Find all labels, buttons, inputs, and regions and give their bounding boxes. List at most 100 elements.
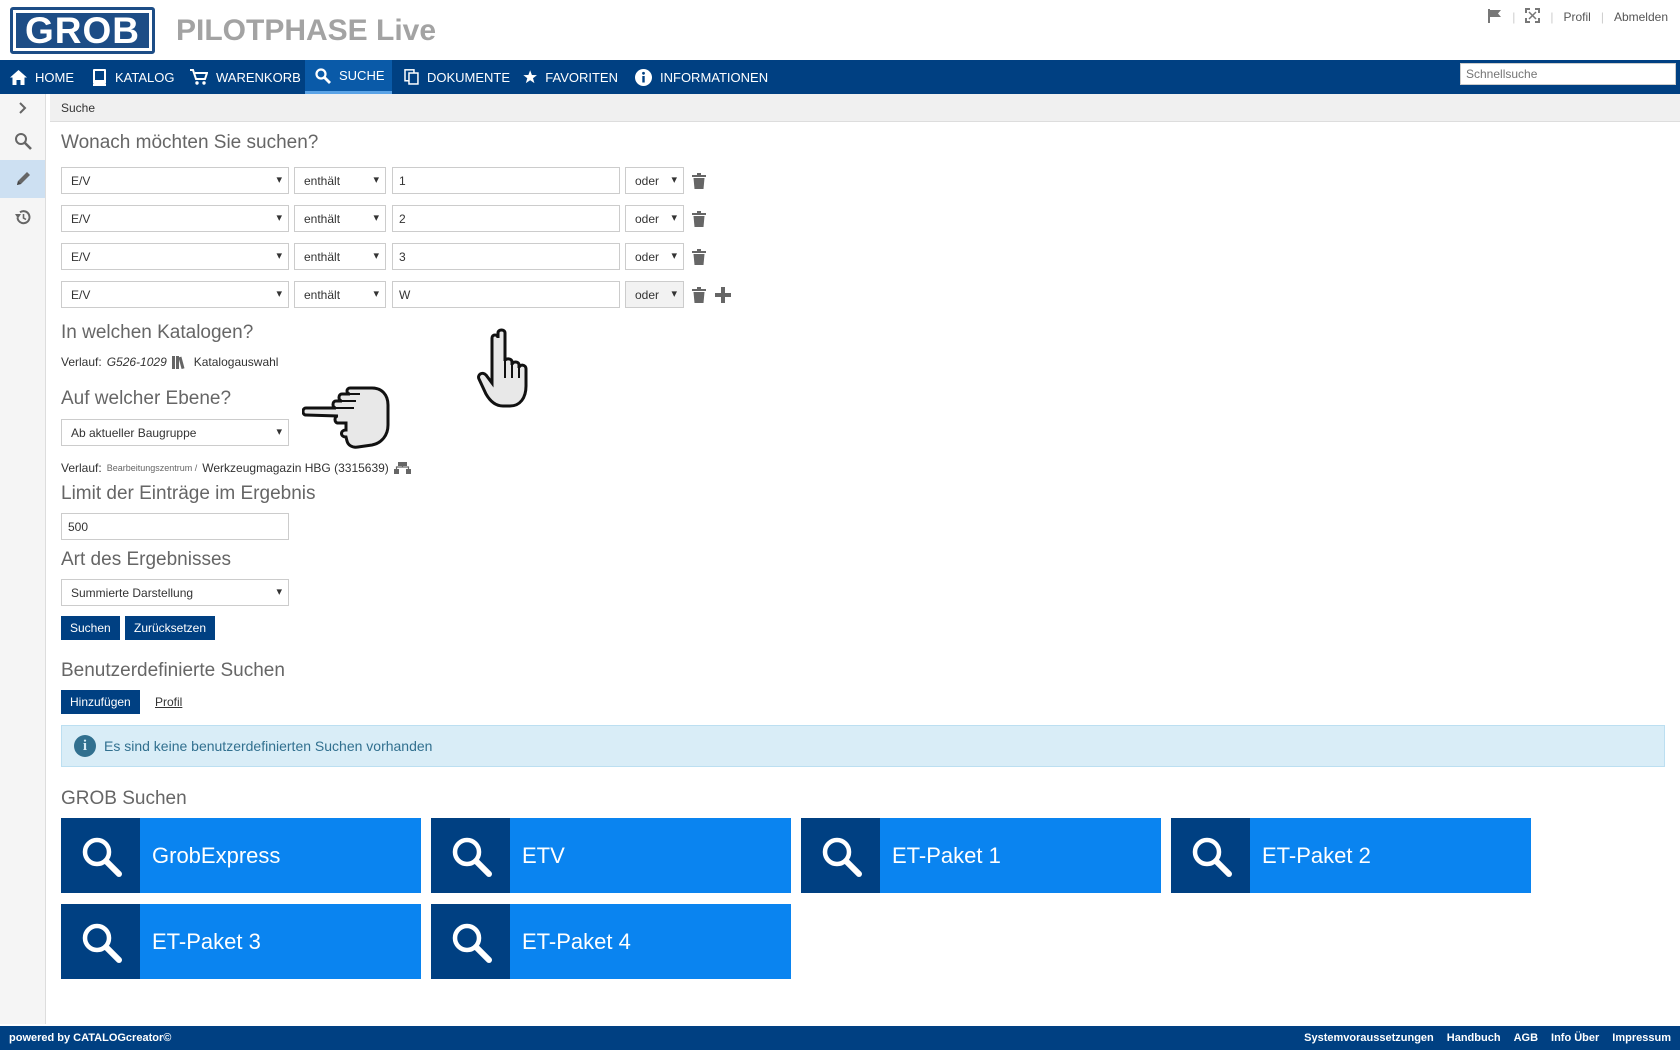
- nav-katalog[interactable]: KATALOG: [82, 60, 178, 94]
- home-icon: [10, 69, 27, 85]
- value-input[interactable]: [392, 281, 620, 308]
- operator-select[interactable]: enthält: [294, 243, 386, 270]
- delete-row-button[interactable]: [691, 172, 707, 190]
- sidebar-history-button[interactable]: [0, 198, 45, 236]
- sidebar-search-button[interactable]: [0, 122, 45, 160]
- search-icon: [801, 818, 880, 893]
- field-select[interactable]: E/V: [61, 281, 289, 308]
- tile-label: ETV: [522, 842, 565, 868]
- footer-link-info[interactable]: Info Über: [1551, 1032, 1599, 1044]
- path-label: Verlauf:: [61, 461, 102, 475]
- grob-searches-heading: GROB Suchen: [61, 788, 187, 809]
- nav-warenkorb[interactable]: WARENKORB: [180, 60, 302, 94]
- quick-search-input[interactable]: [1460, 63, 1676, 85]
- info-icon: i: [74, 735, 96, 757]
- nav-label: DOKUMENTE: [426, 69, 510, 85]
- tile-label: ET-Paket 2: [1262, 842, 1371, 868]
- nav-label: SUCHE: [339, 68, 385, 83]
- breadcrumb: Suche: [50, 94, 1680, 122]
- field-select[interactable]: E/V: [61, 167, 289, 194]
- level-select[interactable]: Ab aktueller Baugruppe: [61, 419, 289, 446]
- search-button[interactable]: Suchen: [61, 616, 120, 640]
- trash-icon: [692, 287, 706, 303]
- limit-heading: Limit der Einträge im Ergebnis: [61, 483, 316, 504]
- catalog-path: Verlauf: G526-1029 Katalogauswahl: [61, 355, 278, 369]
- sidebar-edit-button[interactable]: [0, 160, 45, 198]
- logic-select[interactable]: oder: [625, 243, 684, 270]
- logo-text: GROB: [16, 12, 149, 49]
- operator-select[interactable]: enthält: [294, 205, 386, 232]
- profile-link[interactable]: Profil: [155, 695, 182, 709]
- grob-logo[interactable]: GROB: [10, 7, 155, 54]
- logic-select[interactable]: oder: [625, 281, 684, 308]
- catalog-selection-link[interactable]: Katalogauswahl: [194, 355, 279, 369]
- footer-link-imprint[interactable]: Impressum: [1612, 1032, 1671, 1044]
- search-icon: [1171, 818, 1250, 893]
- tile-label: ET-Paket 1: [892, 842, 1001, 868]
- path-parent[interactable]: Bearbeitungszentrum /: [107, 463, 198, 473]
- nav-label: INFORMATIONEN: [660, 69, 769, 85]
- search-tile-grobexpress[interactable]: GrobExpress: [61, 818, 421, 893]
- separator: |: [1600, 10, 1604, 24]
- alert-text: Es sind keine benutzerdefinierten Suchen…: [104, 738, 433, 754]
- trash-icon: [692, 249, 706, 265]
- footer-link-agb[interactable]: AGB: [1514, 1032, 1538, 1044]
- search-icon: [431, 818, 510, 893]
- delete-row-button[interactable]: [691, 286, 707, 304]
- footer-link-system-requirements[interactable]: Systemvoraussetzungen: [1304, 1032, 1434, 1044]
- logout-link[interactable]: Abmelden: [1614, 10, 1668, 24]
- search-heading: Wonach möchten Sie suchen?: [61, 132, 319, 153]
- footer-links: Systemvoraussetzungen Handbuch AGB Info …: [1304, 1032, 1671, 1044]
- tile-label: GrobExpress: [152, 842, 281, 868]
- search-tile-et-paket-2[interactable]: ET-Paket 2: [1171, 818, 1531, 893]
- info-icon: [635, 68, 652, 86]
- delete-row-button[interactable]: [691, 248, 707, 266]
- app-title: PILOTPHASE Live: [176, 14, 437, 47]
- result-type-select[interactable]: Summierte Darstellung: [61, 579, 289, 606]
- limit-input[interactable]: [61, 513, 289, 540]
- structure-icon[interactable]: [393, 462, 411, 474]
- chevron-right-icon: [18, 102, 26, 114]
- value-input[interactable]: [392, 167, 620, 194]
- logic-select[interactable]: oder: [625, 205, 684, 232]
- nav-suche[interactable]: SUCHE: [305, 60, 392, 94]
- logic-select[interactable]: oder: [625, 167, 684, 194]
- profile-link[interactable]: Profil: [1563, 10, 1590, 24]
- fullscreen-icon[interactable]: [1525, 8, 1541, 26]
- search-icon: [431, 904, 510, 979]
- field-select[interactable]: E/V: [61, 243, 289, 270]
- path-value: G526-1029: [106, 355, 167, 369]
- nav-label: WARENKORB: [216, 69, 301, 85]
- reset-button[interactable]: Zurücksetzen: [125, 616, 216, 640]
- search-tile-etv[interactable]: ETV: [431, 818, 791, 893]
- nav-favoriten[interactable]: FAVORITEN: [513, 60, 618, 94]
- operator-select[interactable]: enthält: [294, 281, 386, 308]
- nav-informationen[interactable]: INFORMATIONEN: [625, 60, 770, 94]
- delete-row-button[interactable]: [691, 210, 707, 228]
- flag-icon[interactable]: [1487, 8, 1502, 26]
- add-custom-search-button[interactable]: Hinzufügen: [61, 690, 140, 714]
- nav-label: HOME: [35, 69, 74, 85]
- footer-link-handbook[interactable]: Handbuch: [1447, 1032, 1501, 1044]
- star-icon: [523, 70, 537, 84]
- nav-home[interactable]: HOME: [0, 60, 80, 94]
- main-nav: HOME KATALOG WARENKORB SUCHE DOKUMENTE F…: [0, 60, 1680, 94]
- trash-icon: [692, 211, 706, 227]
- search-icon: [315, 67, 331, 84]
- value-input[interactable]: [392, 243, 620, 270]
- value-input[interactable]: [392, 205, 620, 232]
- search-tile-et-paket-3[interactable]: ET-Paket 3: [61, 904, 421, 979]
- books-icon[interactable]: [171, 355, 189, 369]
- add-row-button[interactable]: [715, 286, 731, 304]
- field-select[interactable]: E/V: [61, 205, 289, 232]
- sidebar-expand-button[interactable]: [0, 94, 45, 122]
- result-type-heading: Art des Ergebnisses: [61, 549, 232, 570]
- separator: |: [1512, 10, 1516, 24]
- search-tile-et-paket-4[interactable]: ET-Paket 4: [431, 904, 791, 979]
- operator-select[interactable]: enthält: [294, 167, 386, 194]
- search-tile-et-paket-1[interactable]: ET-Paket 1: [801, 818, 1161, 893]
- nav-dokumente[interactable]: DOKUMENTE: [394, 60, 510, 94]
- powered-by-text[interactable]: powered by CATALOGcreator©: [9, 1032, 171, 1044]
- plus-icon: [715, 287, 731, 303]
- breadcrumb-item[interactable]: Suche: [61, 101, 95, 115]
